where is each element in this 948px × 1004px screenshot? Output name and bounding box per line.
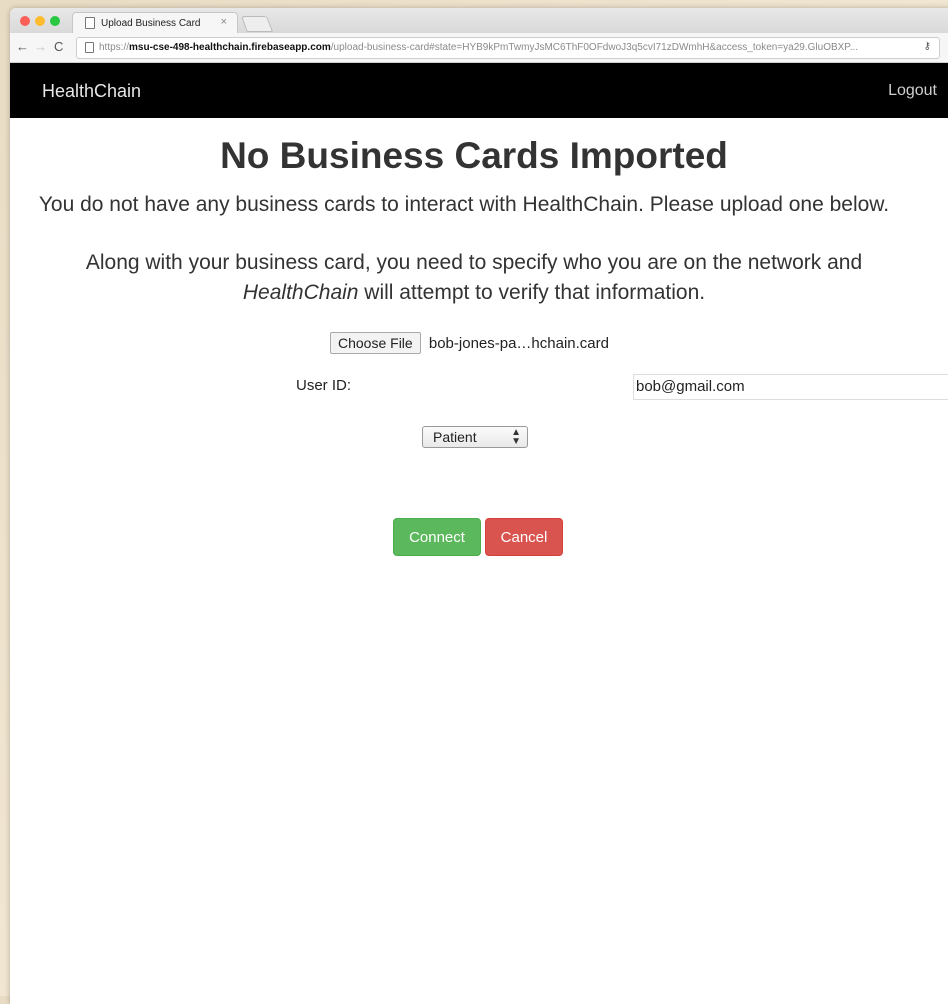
close-window-button[interactable]	[20, 16, 30, 26]
back-icon[interactable]: ←	[16, 39, 29, 54]
cancel-button[interactable]: Cancel	[485, 518, 563, 556]
choose-file-button[interactable]: Choose File	[330, 332, 421, 354]
zoom-window-button[interactable]	[50, 16, 60, 26]
key-icon[interactable]: ⚷	[924, 41, 931, 52]
browser-toolbar: ← → C https://msu-cse-498-healthchain.fi…	[10, 33, 948, 63]
role-select[interactable]: Patient ▲ ▼	[422, 426, 528, 448]
minimize-window-button[interactable]	[35, 16, 45, 26]
reload-icon[interactable]: C	[54, 39, 63, 54]
document-icon	[85, 17, 95, 29]
user-id-input[interactable]: bob@gmail.com	[633, 374, 948, 400]
user-id-label: User ID:	[296, 377, 352, 394]
close-tab-icon[interactable]: ×	[221, 16, 227, 28]
role-selected-value: Patient	[433, 429, 477, 445]
tab-strip: Upload Business Card ×	[10, 8, 948, 34]
logout-link[interactable]: Logout	[888, 82, 937, 100]
select-arrows-icon: ▲ ▼	[511, 427, 521, 447]
forward-icon[interactable]: →	[34, 39, 47, 54]
file-chooser: Choose File bob-jones-pa…hchain.card	[330, 332, 609, 354]
url-text[interactable]: https://msu-cse-498-healthchain.firebase…	[99, 42, 909, 53]
page-title: No Business Cards Imported	[220, 135, 728, 176]
user-id-row: User ID: bob@gmail.com	[296, 374, 948, 400]
page-info-icon[interactable]	[85, 42, 94, 53]
no-cards-message: You do not have any business cards to in…	[38, 193, 890, 216]
instructions-text: Along with your business card, you need …	[85, 251, 863, 304]
chosen-file-name: bob-jones-pa…hchain.card	[428, 335, 609, 352]
app-navbar: HealthChain Logout	[10, 63, 948, 118]
brand-link[interactable]: HealthChain	[42, 81, 141, 102]
new-tab-button[interactable]	[241, 16, 273, 32]
connect-button[interactable]: Connect	[393, 518, 481, 556]
tab-title: Upload Business Card	[101, 18, 201, 29]
address-bar[interactable]: https://msu-cse-498-healthchain.firebase…	[76, 37, 940, 59]
tab-upload-business-card[interactable]: Upload Business Card ×	[72, 12, 238, 34]
